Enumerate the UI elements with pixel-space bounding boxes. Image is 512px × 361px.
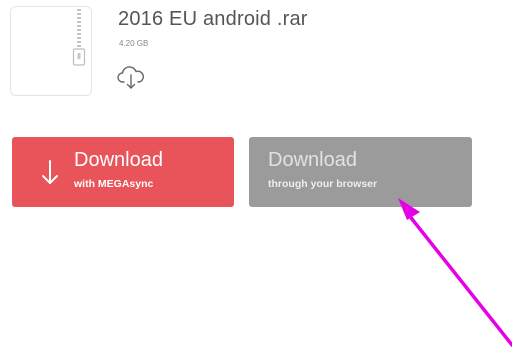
browser-button-title: Download <box>268 149 357 171</box>
browser-button-subtitle: through your browser <box>268 178 378 190</box>
zip-archive-icon <box>72 9 86 66</box>
cloud-download-icon[interactable] <box>117 64 145 90</box>
download-with-megasync-button[interactable]: Download with MEGAsync <box>12 137 234 207</box>
download-through-browser-button[interactable]: Download through your browser <box>249 137 472 207</box>
file-thumbnail <box>10 6 92 96</box>
file-size: 4.20 GB <box>119 39 149 48</box>
mega-button-title: Download <box>74 149 163 171</box>
file-name: 2016 EU android .rar <box>118 8 308 30</box>
down-arrow-icon <box>42 160 58 184</box>
mega-button-subtitle: with MEGAsync <box>74 178 154 190</box>
